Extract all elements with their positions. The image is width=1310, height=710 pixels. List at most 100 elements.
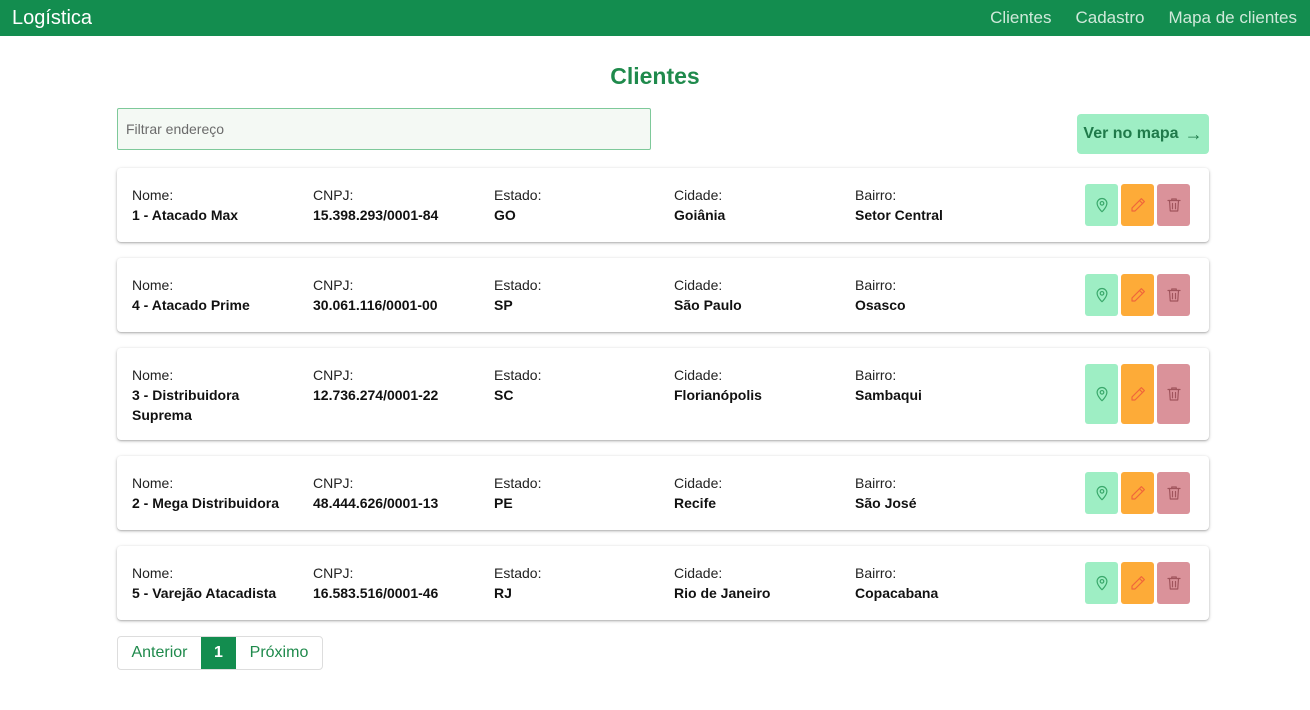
delete-client-button[interactable]: [1157, 472, 1190, 514]
client-estado-label: Estado:: [494, 367, 542, 383]
client-field-cidade: Cidade: Florianópolis: [674, 365, 834, 405]
client-estado-value: RJ: [494, 585, 512, 601]
client-field-cidade: Cidade: Rio de Janeiro: [674, 563, 834, 603]
client-estado-label: Estado:: [494, 187, 542, 203]
client-bairro-label: Bairro:: [855, 475, 897, 491]
edit-client-button[interactable]: [1121, 364, 1154, 424]
client-field-bairro: Bairro: São José: [855, 473, 1035, 513]
nav-link-cadastro[interactable]: Cadastro: [1075, 8, 1144, 28]
edit-client-button[interactable]: [1121, 562, 1154, 604]
client-cidade-label: Cidade:: [674, 565, 723, 581]
client-nome-value: 3 - Distribuidora Suprema: [132, 387, 240, 423]
map-pin-icon: [1093, 385, 1111, 403]
page-title: Clientes: [610, 63, 700, 89]
client-card: Nome: 2 - Mega Distribuidora CNPJ: 48.444.6…: [117, 456, 1209, 530]
client-cidade-value: Rio de Janeiro: [674, 585, 771, 601]
client-actions: [1085, 562, 1190, 604]
client-cidade-value: Goiânia: [674, 207, 726, 223]
client-cidade-label: Cidade:: [674, 277, 723, 293]
client-field-nome: Nome: 2 - Mega Distribuidora: [132, 473, 292, 513]
client-estado-value: SC: [494, 387, 514, 403]
client-cnpj-label: CNPJ:: [313, 475, 354, 491]
client-nome-value: 2 - Mega Distribuidora: [132, 495, 280, 511]
client-bairro-value: Sambaqui: [855, 387, 922, 403]
client-cnpj-label: CNPJ:: [313, 277, 354, 293]
client-nome-value: 5 - Varejão Atacadista: [132, 585, 277, 601]
client-estado-value: GO: [494, 207, 516, 223]
client-cnpj-value: 16.583.516/0001-46: [313, 585, 439, 601]
delete-client-button[interactable]: [1157, 274, 1190, 316]
location-client-button[interactable]: [1085, 274, 1118, 316]
client-cidade-value: Florianópolis: [674, 387, 762, 403]
client-field-nome: Nome: 4 - Atacado Prime: [132, 275, 292, 315]
edit-client-button[interactable]: [1121, 184, 1154, 226]
client-cnpj-label: CNPJ:: [313, 565, 354, 581]
client-field-estado: Estado: SC: [494, 365, 654, 405]
client-bairro-label: Bairro:: [855, 187, 897, 203]
client-nome-label: Nome:: [132, 565, 174, 581]
client-actions: [1085, 472, 1190, 514]
client-cnpj-value: 15.398.293/0001-84: [313, 207, 439, 223]
nav-links: Clientes Cadastro Mapa de clientes: [990, 8, 1297, 28]
client-bairro-value: Setor Central: [855, 207, 943, 223]
location-client-button[interactable]: [1085, 562, 1118, 604]
pagination-next-button[interactable]: Próximo: [236, 637, 322, 669]
delete-client-button[interactable]: [1157, 184, 1190, 226]
client-estado-label: Estado:: [494, 277, 542, 293]
client-cidade-label: Cidade:: [674, 367, 723, 383]
pencil-icon: [1129, 385, 1147, 403]
trash-icon: [1165, 385, 1183, 403]
map-pin-icon: [1093, 484, 1111, 502]
client-field-estado: Estado: GO: [494, 185, 654, 225]
client-cnpj-label: CNPJ:: [313, 187, 354, 203]
client-actions: [1085, 364, 1190, 424]
edit-client-button[interactable]: [1121, 472, 1154, 514]
pencil-icon: [1129, 196, 1147, 214]
client-cnpj-value: 48.444.626/0001-13: [313, 495, 439, 511]
pagination-previous-button[interactable]: Anterior: [118, 637, 201, 669]
trash-icon: [1165, 196, 1183, 214]
client-bairro-label: Bairro:: [855, 277, 897, 293]
filter-address-input[interactable]: [117, 108, 651, 150]
client-field-nome: Nome: 1 - Atacado Max: [132, 185, 292, 225]
pagination: Anterior 1 Próximo: [117, 636, 323, 670]
client-field-estado: Estado: SP: [494, 275, 654, 315]
client-card: Nome: 4 - Atacado Prime CNPJ: 30.061.116/00…: [117, 258, 1209, 332]
view-on-map-button[interactable]: Ver no mapa →: [1077, 114, 1209, 154]
delete-client-button[interactable]: [1157, 364, 1190, 424]
client-actions: [1085, 184, 1190, 226]
client-card: Nome: 5 - Varejão Atacadista CNPJ: 16.583.5…: [117, 546, 1209, 620]
client-estado-value: SP: [494, 297, 513, 313]
client-field-cidade: Cidade: Goiânia: [674, 185, 834, 225]
client-field-bairro: Bairro: Sambaqui: [855, 365, 1035, 405]
client-field-nome: Nome: 5 - Varejão Atacadista: [132, 563, 292, 603]
client-cnpj-value: 12.736.274/0001-22: [313, 387, 439, 403]
delete-client-button[interactable]: [1157, 562, 1190, 604]
trash-icon: [1165, 286, 1183, 304]
location-client-button[interactable]: [1085, 184, 1118, 226]
client-bairro-value: São José: [855, 495, 917, 511]
nav-link-mapa-de-clientes[interactable]: Mapa de clientes: [1168, 8, 1297, 28]
app-brand[interactable]: Logística: [12, 6, 92, 30]
client-field-cnpj: CNPJ: 30.061.116/0001-00: [313, 275, 483, 315]
location-client-button[interactable]: [1085, 364, 1118, 424]
edit-client-button[interactable]: [1121, 274, 1154, 316]
client-card: Nome: 3 - Distribuidora Suprema CNPJ: 12.73…: [117, 348, 1209, 440]
client-nome-value: 4 - Atacado Prime: [132, 297, 250, 313]
client-nome-value: 1 - Atacado Max: [132, 207, 239, 223]
client-field-cnpj: CNPJ: 12.736.274/0001-22: [313, 365, 483, 405]
location-client-button[interactable]: [1085, 472, 1118, 514]
map-pin-icon: [1093, 286, 1111, 304]
top-navbar: Logística Clientes Cadastro Mapa de clie…: [0, 0, 1310, 36]
trash-icon: [1165, 484, 1183, 502]
client-field-cidade: Cidade: Recife: [674, 473, 834, 513]
pencil-icon: [1129, 574, 1147, 592]
pagination-page-current[interactable]: 1: [201, 637, 236, 669]
nav-link-clientes[interactable]: Clientes: [990, 8, 1051, 28]
client-bairro-label: Bairro:: [855, 565, 897, 581]
map-pin-icon: [1093, 196, 1111, 214]
client-card: Nome: 1 - Atacado Max CNPJ: 15.398.293/0001…: [117, 168, 1209, 242]
client-nome-label: Nome:: [132, 475, 174, 491]
client-nome-label: Nome:: [132, 277, 174, 293]
client-bairro-value: Osasco: [855, 297, 906, 313]
